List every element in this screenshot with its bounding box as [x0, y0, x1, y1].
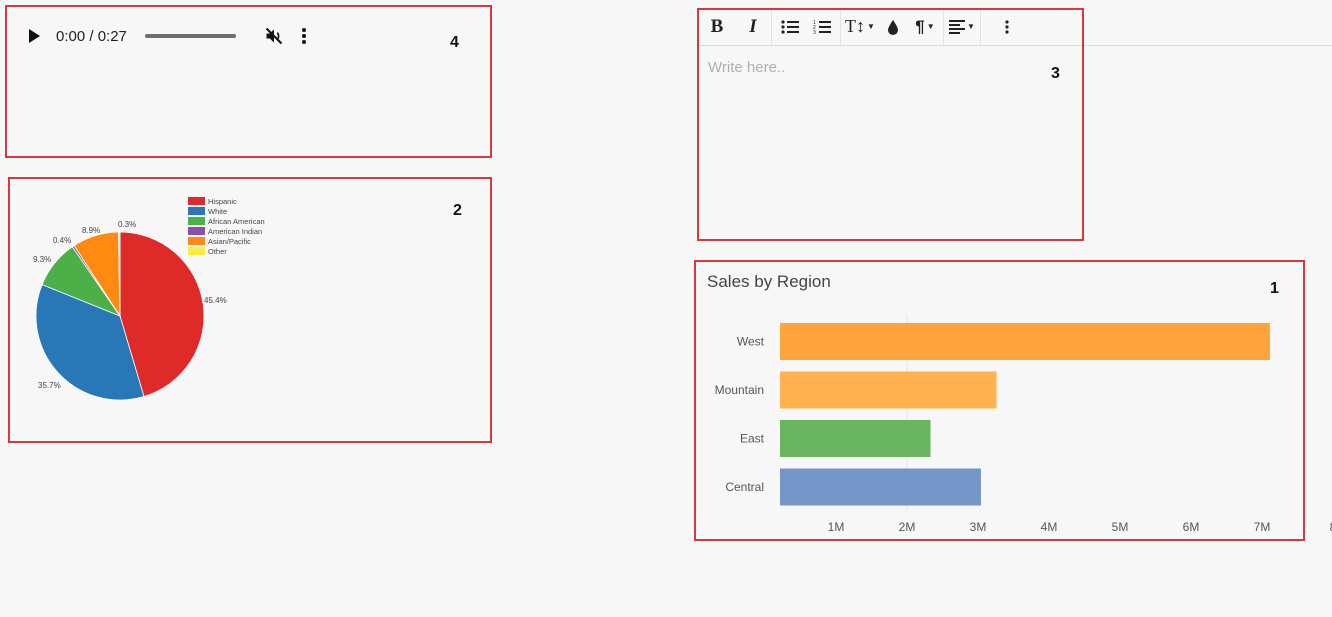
audio-seek-bar[interactable] — [144, 34, 236, 38]
legend-label: Hispanic — [208, 197, 237, 206]
pie-value-label: 35.7% — [38, 381, 61, 390]
volume-muted-icon — [265, 27, 283, 45]
legend-swatch — [188, 207, 205, 215]
pie-value-label: 0.4% — [53, 236, 71, 245]
region-label-2: 2 — [453, 202, 462, 219]
legend-swatch — [188, 227, 205, 235]
pie-value-label: 45.4% — [204, 296, 227, 305]
legend-label: Other — [208, 247, 227, 256]
bar-chart-region-box — [694, 260, 1305, 541]
legend-swatch — [188, 197, 205, 205]
pie-chart-region-box: 45.4% 35.7% 9.3% 0.4% 8.9% 0.3% Hispanic White A… — [8, 177, 492, 443]
audio-more-button[interactable] — [296, 24, 312, 48]
audio-player: 0:00 / 0:27 — [22, 21, 312, 51]
editor-region-box — [697, 8, 1084, 241]
region-label-1: 1 — [1270, 280, 1279, 297]
legend-label: White — [208, 207, 227, 216]
legend-swatch — [188, 237, 205, 245]
pie-value-label: 8.9% — [82, 226, 100, 235]
audio-time: 0:00 / 0:27 — [56, 27, 127, 45]
more-vert-icon — [301, 28, 306, 44]
pie-value-label: 0.3% — [118, 220, 136, 229]
region-label-3: 3 — [1051, 65, 1060, 82]
play-icon — [29, 29, 40, 43]
region-label-4: 4 — [450, 34, 459, 51]
mute-button[interactable] — [262, 24, 286, 48]
legend-swatch — [188, 247, 205, 255]
legend-label: Asian/Pacific — [208, 237, 251, 246]
pie-value-label: 9.3% — [33, 255, 51, 264]
legend-label: American Indian — [208, 227, 262, 236]
legend-label: African American — [208, 217, 265, 226]
legend-swatch — [188, 217, 205, 225]
pie-chart: 45.4%35.7%9.3%0.4%8.9%0.3%HispanicWhiteA… — [33, 197, 265, 401]
play-button[interactable] — [22, 24, 46, 48]
